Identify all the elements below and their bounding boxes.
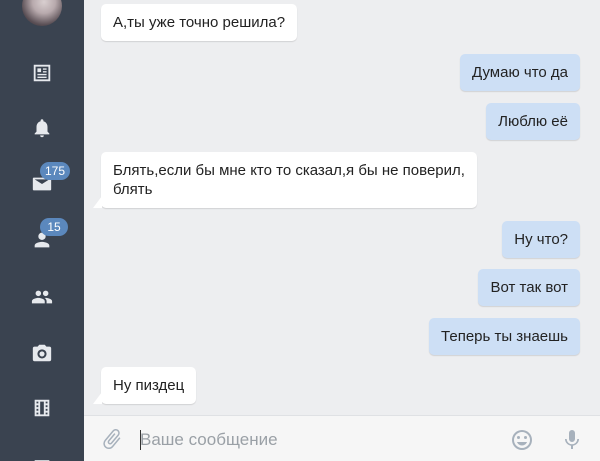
smiley-icon xyxy=(512,430,532,450)
emoji-button[interactable] xyxy=(510,428,534,452)
avatar[interactable] xyxy=(22,0,62,26)
message-outgoing: Думаю что да xyxy=(459,54,580,91)
sidebar-item-groups[interactable] xyxy=(26,281,58,313)
friends-badge: 15 xyxy=(40,218,68,236)
message-incoming: А,ты уже точно решила? xyxy=(101,4,298,41)
message-input[interactable] xyxy=(140,429,480,451)
message-composer xyxy=(84,415,600,461)
film-icon xyxy=(34,399,50,417)
paperclip-icon xyxy=(103,429,121,449)
sidebar-item-notifications[interactable] xyxy=(26,112,58,144)
message-incoming: Блять,если бы мне кто то сказал,я бы не … xyxy=(93,152,477,208)
messages-badge: 175 xyxy=(40,162,71,180)
message-incoming: Ну пиздец xyxy=(92,367,197,404)
camera-icon xyxy=(32,344,52,362)
sidebar: 175 15 xyxy=(0,0,84,461)
attach-button[interactable] xyxy=(100,427,124,451)
message-outgoing: Люблю её xyxy=(486,103,580,140)
message-outgoing: Ну что? xyxy=(502,221,580,258)
sidebar-item-more[interactable] xyxy=(26,446,58,461)
message-outgoing: Теперь ты знаешь xyxy=(429,318,580,355)
sidebar-item-news[interactable] xyxy=(26,57,58,89)
microphone-icon xyxy=(565,430,579,449)
voice-message-button[interactable] xyxy=(560,428,584,452)
more-icon xyxy=(34,460,50,461)
newspaper-icon xyxy=(33,64,51,82)
sidebar-item-photos[interactable] xyxy=(26,337,58,369)
message-outgoing: Вот так вот xyxy=(478,269,580,306)
group-icon xyxy=(31,290,53,304)
sidebar-item-videos[interactable] xyxy=(26,392,58,424)
bell-icon xyxy=(34,119,50,138)
message-list: А,ты уже точно решила? Думаю что да Любл… xyxy=(84,0,600,415)
